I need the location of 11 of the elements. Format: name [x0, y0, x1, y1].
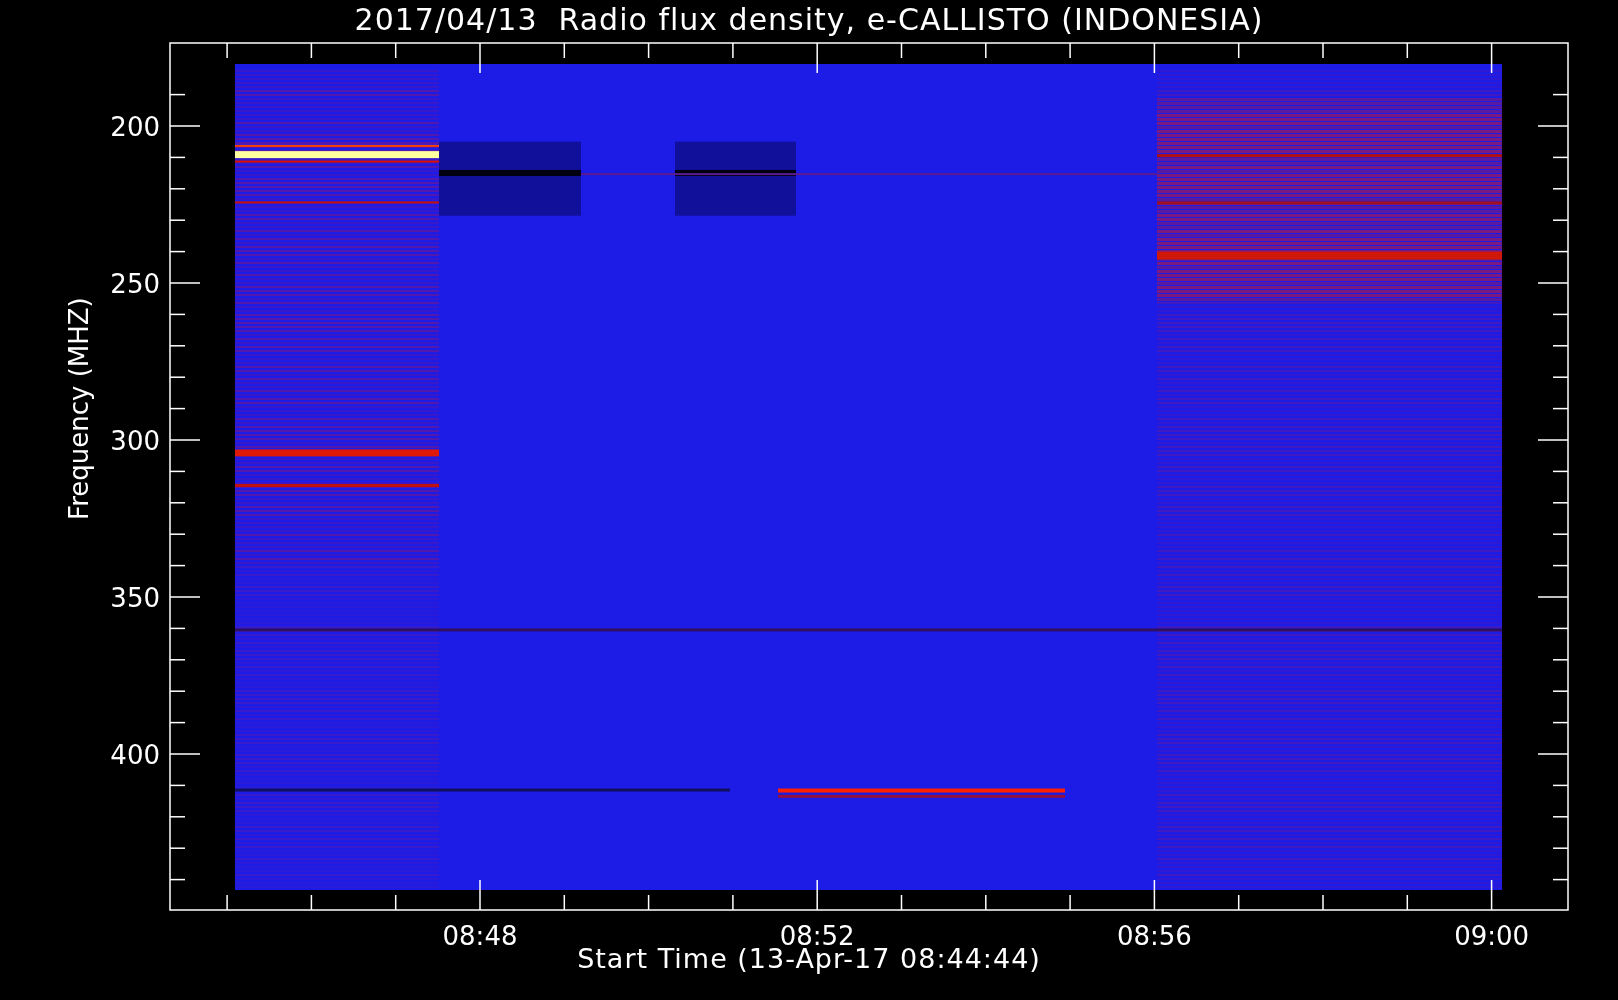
tick-label: 350 [110, 583, 160, 613]
tick-label: 08:48 [442, 921, 518, 951]
tick-label: 09:00 [1454, 921, 1530, 951]
tick-label: 200 [110, 112, 160, 142]
chart-title: 2017/04/13 Radio flux density, e-CALLISTO (INDONESIA) [354, 1, 1264, 39]
tick-label: 400 [110, 740, 160, 770]
axis-label: Frequency (MHZ) [64, 297, 94, 520]
axis-label: Start Time (13-Apr-17 08:44:44) [577, 944, 1041, 974]
tick-label: 250 [110, 269, 160, 299]
tick-label: 08:56 [1116, 921, 1192, 951]
tick-label: 300 [110, 426, 160, 456]
